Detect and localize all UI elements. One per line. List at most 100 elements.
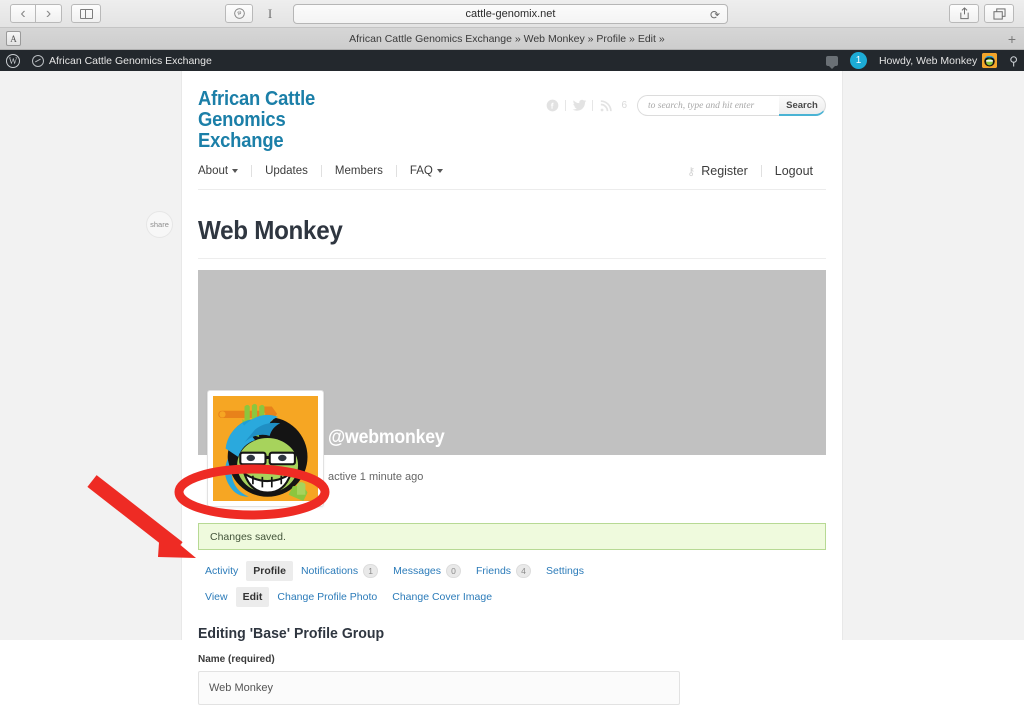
reload-icon[interactable]: ⟳ bbox=[710, 8, 720, 22]
member-last-active: active 1 minute ago bbox=[328, 471, 424, 483]
tab-label: Activity bbox=[205, 565, 239, 577]
status-notice: Changes saved. bbox=[198, 523, 826, 550]
chevron-down-icon bbox=[436, 169, 443, 173]
wp-site-name: African Cattle Genomics Exchange bbox=[49, 54, 212, 67]
tab-overview-icon bbox=[992, 7, 1006, 20]
nav-label: Updates bbox=[265, 165, 308, 177]
tab-count-badge: 4 bbox=[516, 564, 532, 578]
pinterest-button[interactable] bbox=[225, 4, 253, 23]
wp-logo-menu[interactable]: W bbox=[0, 50, 26, 71]
header-right: 6 Search bbox=[539, 95, 826, 116]
browser-tab-strip: A African Cattle Genomics Exchange » Web… bbox=[0, 28, 1024, 50]
subtab-change-cover-image[interactable]: Change Cover Image bbox=[385, 587, 499, 607]
social-links: 6 bbox=[539, 98, 627, 114]
tab-notifications[interactable]: Notifications 1 bbox=[294, 560, 385, 582]
site-header: African Cattle Genomics Exchange 6 to se… bbox=[198, 71, 826, 152]
tab-messages[interactable]: Messages 0 bbox=[386, 560, 468, 582]
wp-search-button[interactable]: ⚲ bbox=[1003, 50, 1024, 71]
wp-notifications-button[interactable]: 1 bbox=[844, 50, 873, 71]
tab-count-badge: 1 bbox=[363, 564, 379, 578]
subtab-label: View bbox=[205, 591, 228, 603]
status-notice-text: Changes saved. bbox=[210, 530, 286, 543]
site-title[interactable]: African Cattle Genomics Exchange bbox=[198, 89, 373, 152]
tab-overview-button[interactable] bbox=[984, 4, 1014, 23]
subtab-edit[interactable]: Edit bbox=[235, 587, 270, 607]
profile-subtabs: View Edit Change Profile Photo Change Co… bbox=[198, 587, 826, 607]
tab-settings[interactable]: Settings bbox=[539, 561, 591, 581]
address-bar[interactable]: cattle-genomix.net ⟳ bbox=[293, 3, 728, 24]
wp-site-name-menu[interactable]: African Cattle Genomics Exchange bbox=[26, 50, 218, 71]
reader-cursor-icon: I bbox=[267, 5, 273, 21]
notification-count-badge: 1 bbox=[849, 52, 867, 69]
sidebar-toggle-icon bbox=[79, 8, 93, 19]
tab-label: Friends bbox=[476, 565, 512, 577]
nav-item-updates[interactable]: Updates bbox=[252, 165, 321, 177]
name-field-label: Name (required) bbox=[198, 654, 275, 665]
nav-item-faq[interactable]: FAQ bbox=[397, 165, 456, 177]
subtab-view[interactable]: View bbox=[198, 587, 235, 607]
twitter-icon[interactable] bbox=[566, 98, 592, 114]
subtab-change-profile-photo[interactable]: Change Profile Photo bbox=[270, 587, 384, 607]
tab-count-badge: 0 bbox=[446, 564, 462, 578]
share-widget-button[interactable]: share bbox=[146, 211, 173, 238]
wp-my-account-menu[interactable]: Howdy, Web Monkey bbox=[873, 50, 1003, 71]
rss-icon[interactable] bbox=[593, 98, 619, 114]
member-handle: @webmonkey bbox=[328, 427, 445, 448]
user-avatar-thumb bbox=[982, 53, 998, 68]
tab-activity[interactable]: Activity bbox=[198, 561, 245, 581]
search-input[interactable] bbox=[637, 95, 779, 116]
tab-profile[interactable]: Profile bbox=[246, 561, 293, 581]
url-text: cattle-genomix.net bbox=[465, 7, 556, 20]
nav-account-links: ⚷ Register Logout bbox=[687, 164, 826, 178]
nav-label: FAQ bbox=[409, 165, 433, 177]
nav-label: Members bbox=[334, 165, 383, 177]
browser-tab-title[interactable]: African Cattle Genomics Exchange » Web M… bbox=[6, 33, 1008, 45]
subtab-label: Change Cover Image bbox=[392, 591, 493, 603]
forward-button[interactable]: › bbox=[36, 4, 62, 23]
chevron-down-icon bbox=[232, 169, 239, 173]
search-icon: ⚲ bbox=[1009, 53, 1018, 68]
page-title: Web Monkey bbox=[198, 215, 343, 245]
nav-label: Register bbox=[701, 164, 748, 178]
facebook-icon[interactable] bbox=[539, 98, 565, 114]
site-search-form: Search bbox=[637, 95, 826, 116]
search-button[interactable]: Search bbox=[779, 95, 826, 116]
new-tab-button[interactable]: + bbox=[1008, 32, 1016, 46]
name-field[interactable] bbox=[198, 671, 680, 705]
key-icon: ⚷ bbox=[687, 165, 696, 178]
form-section-title: Editing 'Base' Profile Group bbox=[198, 625, 385, 642]
member-avatar bbox=[213, 396, 318, 501]
nav-label: About bbox=[198, 165, 229, 177]
tab-label: Settings bbox=[546, 565, 584, 577]
sidebar-toggle-button[interactable] bbox=[71, 4, 101, 23]
subtab-label: Edit bbox=[242, 591, 263, 603]
wp-admin-bar-right: 1 Howdy, Web Monkey ⚲ bbox=[820, 50, 1024, 71]
share-export-icon bbox=[959, 7, 969, 20]
back-button[interactable]: ‹ bbox=[10, 4, 36, 23]
nav-item-logout[interactable]: Logout bbox=[762, 164, 826, 178]
browser-toolbar: ‹ › I cattle-genomix.net ⟳ bbox=[0, 0, 1024, 28]
title-divider bbox=[198, 258, 826, 259]
avatar[interactable] bbox=[207, 390, 324, 507]
tab-label: Profile bbox=[253, 565, 286, 577]
nav-label: Logout bbox=[774, 164, 813, 178]
nav-item-about[interactable]: About bbox=[198, 165, 251, 177]
profile-tabs: Activity Profile Notifications 1 Message… bbox=[198, 560, 826, 582]
wp-comments-button[interactable] bbox=[820, 50, 844, 71]
toolbar-right-group bbox=[949, 4, 1014, 23]
content-column: African Cattle Genomics Exchange 6 to se… bbox=[181, 71, 843, 705]
nav-button-group: ‹ › bbox=[10, 4, 62, 23]
profile-cover-image[interactable]: @webmonkey active 1 minute ago bbox=[198, 270, 826, 507]
pinterest-icon bbox=[233, 8, 245, 19]
nav-item-members[interactable]: Members bbox=[322, 165, 396, 177]
tab-label: Notifications bbox=[300, 565, 359, 577]
tab-friends[interactable]: Friends 4 bbox=[469, 560, 538, 582]
share-export-button[interactable] bbox=[949, 4, 979, 23]
dashboard-speedometer-icon bbox=[32, 54, 44, 67]
share-widget-label: share bbox=[150, 220, 169, 229]
main-navigation: About Updates Members FAQ ⚷ Register Log… bbox=[198, 164, 826, 190]
reader-cursor-button[interactable]: I bbox=[257, 4, 283, 23]
subtab-label: Change Profile Photo bbox=[277, 591, 378, 603]
nav-item-register[interactable]: ⚷ Register bbox=[687, 164, 761, 178]
tab-label: Messages bbox=[393, 565, 442, 577]
